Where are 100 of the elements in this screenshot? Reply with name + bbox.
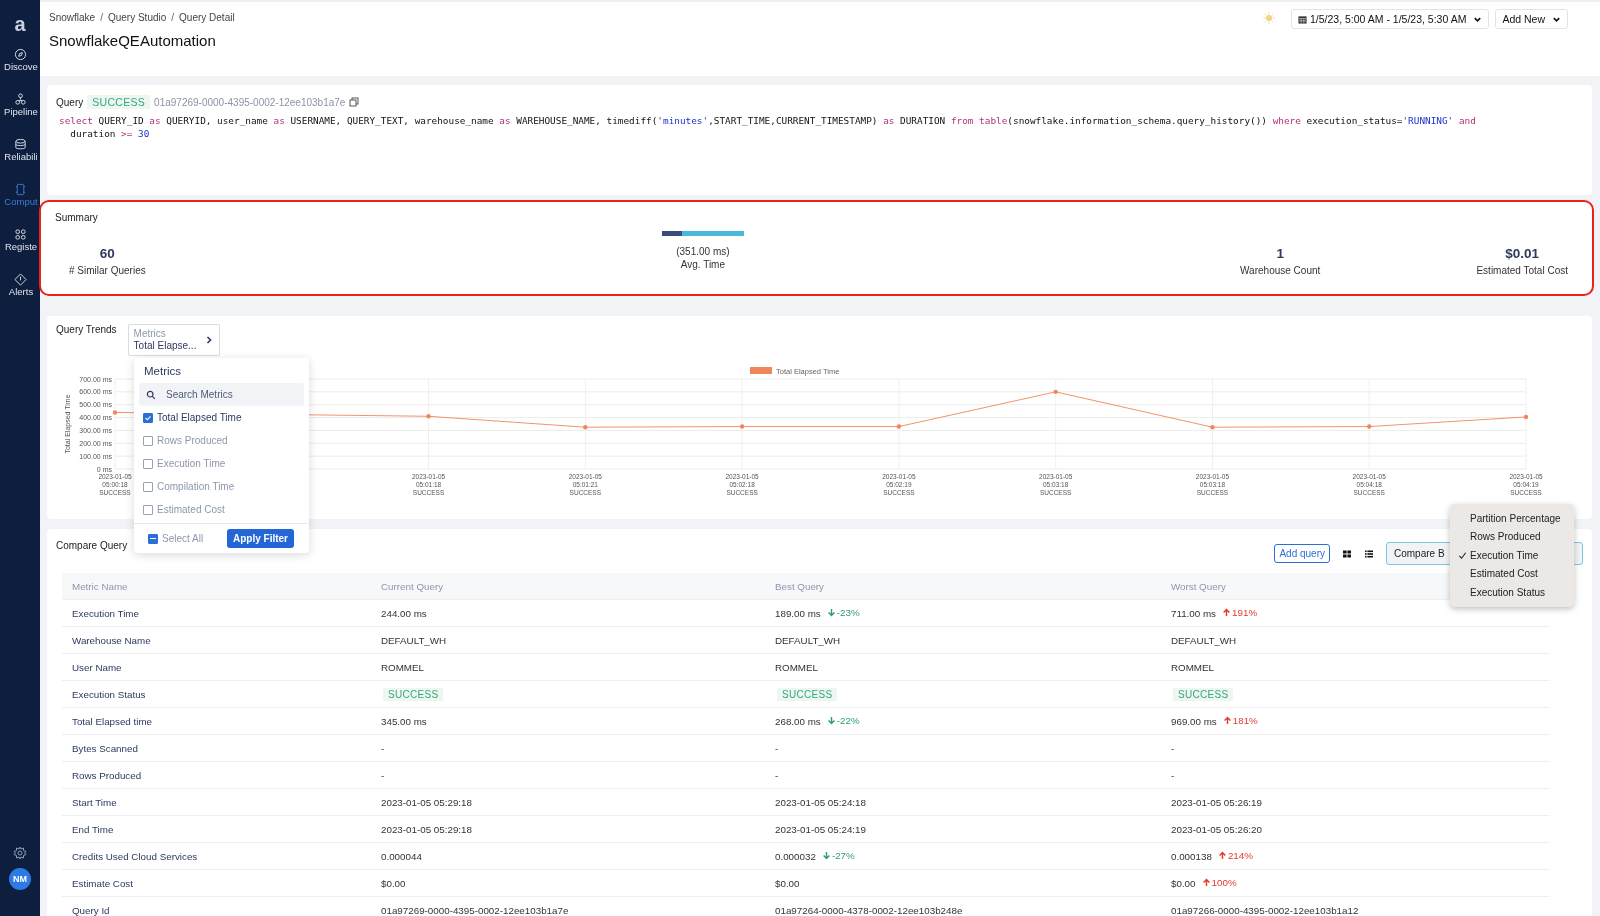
stat-value: $0.01 [1505, 246, 1540, 261]
table-cell: DEFAULT_WH [1171, 634, 1237, 646]
menu-item[interactable]: Partition Percentage [1450, 509, 1574, 528]
metrics-select[interactable]: Metrics Total Elapse... [127, 324, 221, 356]
delta-percent: -23% [836, 607, 860, 618]
checkbox[interactable] [143, 412, 153, 423]
nav-item[interactable]: Pipeline [0, 93, 40, 138]
arrow-up-icon [1222, 608, 1232, 617]
breadcrumb-separator: / [100, 12, 103, 23]
table-cell: 2023-01-05 05:24:18 [775, 796, 866, 808]
table-cell: Warehouse Name [72, 634, 151, 646]
table-cell: ROMMEL [381, 661, 424, 673]
table-cell: Credits Used Cloud Services [72, 850, 198, 862]
table-cell: DEFAULT_WH [775, 634, 841, 646]
nav-item[interactable]: Alerts [0, 273, 40, 318]
checkbox[interactable] [143, 481, 153, 492]
data-point [426, 414, 431, 419]
table-cell: - [775, 742, 779, 754]
table-cell: 01a97269-0000-4395-0002-12ee103b1a7e [381, 904, 569, 916]
breadcrumb-link[interactable]: Query Studio [107, 12, 167, 23]
delta-percent: 181% [1232, 715, 1258, 726]
arrow-down-icon [826, 716, 836, 725]
delta-percent: 191% [1232, 607, 1258, 618]
table-cell: 189.00 ms [775, 608, 821, 619]
breadcrumb-separator: / [171, 12, 175, 23]
search-field[interactable]: Search Metrics [139, 383, 304, 406]
table-cell: ROMMEL [775, 661, 818, 673]
table-cell: 711.00 ms [1171, 608, 1217, 619]
table-cell: $0.00 [381, 877, 406, 889]
settings-icon[interactable] [13, 846, 27, 860]
table-cell: 0.000138 [1171, 851, 1212, 862]
diamond-icon [13, 273, 27, 286]
status-badge: SUCCESS [1173, 687, 1234, 701]
add-query-button[interactable]: Add query [1274, 544, 1330, 563]
menu-item[interactable]: Execution Time [1450, 546, 1574, 565]
table-cell: User Name [72, 661, 122, 673]
table-cell: Query Id [72, 904, 110, 916]
table-cell: $0.00 [775, 877, 800, 889]
database-icon [13, 138, 27, 151]
grid-view-icon[interactable] [1342, 548, 1352, 559]
metric-option[interactable]: Total Elapsed Time [143, 406, 304, 429]
nav-item[interactable]: Reliabili [0, 138, 40, 183]
popup-title: Metrics [144, 365, 183, 377]
delta-percent: -22% [836, 715, 860, 726]
nodes-icon [13, 93, 27, 106]
menu-item[interactable]: Rows Produced [1450, 527, 1574, 546]
stat-value: (351.00 ms) [676, 246, 730, 257]
stat-label: Estimated Total Cost [1476, 265, 1568, 276]
status-badge: SUCCESS [383, 687, 444, 701]
arrow-up-icon [1201, 878, 1211, 887]
table-cell: - [381, 742, 385, 754]
table-cell: Total Elapsed time [72, 715, 153, 727]
table-cell: $0.00 [1171, 878, 1196, 889]
arrow-up-icon [1217, 851, 1227, 860]
delta-percent: -27% [831, 850, 855, 861]
compass-icon [13, 48, 27, 61]
table-cell: - [1171, 769, 1175, 781]
breadcrumb-link[interactable]: Query Detail [179, 12, 235, 23]
calendar-icon [1297, 14, 1307, 24]
checkbox[interactable] [143, 435, 153, 446]
user-avatar[interactable]: NM [9, 868, 31, 890]
table-cell: 345.00 ms [381, 715, 427, 727]
table-cell: Start Time [72, 796, 117, 808]
data-point [1053, 389, 1058, 395]
table-cell: Bytes Scanned [72, 742, 138, 754]
checkbox[interactable] [143, 504, 153, 515]
table-cell: 0.000044 [381, 850, 422, 862]
table-cell: 01a97266-0000-4395-0002-12ee103b1a12 [1171, 904, 1359, 916]
table-cell: Rows Produced [72, 769, 142, 781]
column-header: Metric Name [62, 573, 371, 600]
table-cell: - [381, 769, 385, 781]
arrow-up-icon [1222, 716, 1232, 725]
grid-icon [13, 228, 27, 241]
checkbox[interactable] [148, 533, 158, 544]
list-view-icon[interactable] [1364, 548, 1374, 559]
table-cell: 2023-01-05 05:26:19 [1171, 796, 1262, 808]
status-badge: SUCCESS [777, 687, 838, 701]
sql-code: select QUERY_ID as QUERYID, user_name as USERNAME, QUERY_TEXT, warehouse_name as WAREHOUSE_NAME, timediff('minutes',START_TIME,CURRENT_TIMESTAMP) as DURATION from table(snowflake.information_schema.query_history()) where execution_status='RUNNING' and duration >= 30 [59, 114, 1477, 140]
chip-icon [13, 183, 27, 196]
table-cell: 244.00 ms [381, 607, 427, 619]
table-cell: DEFAULT_WH [381, 634, 447, 646]
stat-value: 1 [1276, 246, 1284, 261]
nav-item[interactable]: Discove [0, 48, 40, 93]
breadcrumb-link[interactable]: Snowflake [49, 12, 96, 23]
apply-filter-button[interactable]: Apply Filter [227, 529, 294, 548]
copy-icon[interactable] [349, 97, 360, 107]
data-point [1523, 414, 1529, 420]
stat-label: # Similar Queries [69, 265, 146, 276]
table-cell: 2023-01-05 05:26:20 [1171, 823, 1262, 835]
page-title: SnowflakeQEAutomation [49, 32, 217, 49]
checkbox[interactable] [143, 458, 153, 469]
add-new-button[interactable]: Add New [1495, 9, 1568, 29]
table-cell: - [775, 769, 779, 781]
section-title: Compare Query [56, 540, 128, 551]
data-point [1210, 425, 1215, 430]
nav-item[interactable]: Comput [0, 183, 40, 228]
nav-item[interactable]: Registe [0, 228, 40, 273]
data-point [1367, 424, 1372, 429]
date-range-picker[interactable]: 1/5/23, 5:00 AM - 1/5/23, 5:30 AM [1290, 9, 1490, 29]
logo: a [14, 14, 26, 34]
